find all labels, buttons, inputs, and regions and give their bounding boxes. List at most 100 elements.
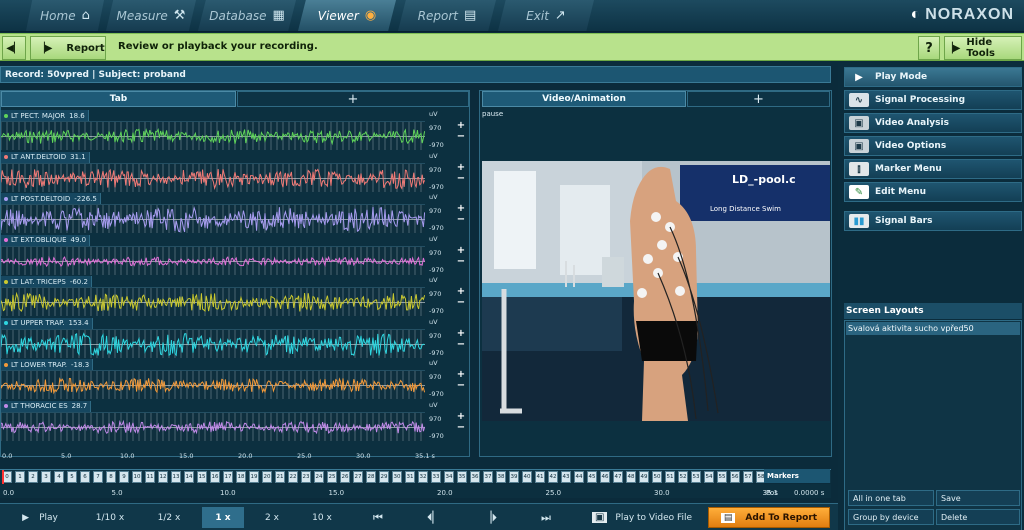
step-forward-button[interactable]: ▕⏵ [470, 507, 510, 528]
marker-item[interactable]: 10 [132, 471, 142, 483]
nav-tab-database[interactable]: Database ▦ [198, 0, 296, 31]
step-back-button[interactable]: ⏴▏ [414, 507, 454, 528]
add-to-report-button[interactable]: ▤ Add To Report [708, 507, 830, 528]
marker-item[interactable]: 46 [600, 471, 610, 483]
marker-item[interactable]: 43 [561, 471, 571, 483]
play-button[interactable]: ▶ Play [12, 507, 68, 528]
nav-tab-home[interactable]: Home ⌂ [26, 0, 104, 31]
signal-bars-button[interactable]: ▮▮ Signal Bars [844, 211, 1022, 231]
markers-strip[interactable]: 0 1 2 3 4 5 6 7 8 9 10 11 12 13 14 15 16 17 18 19 20 21 22 23 24… [0, 469, 831, 484]
marker-item[interactable]: 36 [470, 471, 480, 483]
channel-label[interactable]: LT LOWER TRAP. -18.3 [1, 359, 94, 370]
channel-plot[interactable] [1, 162, 425, 192]
channel-plot[interactable] [1, 411, 425, 441]
marker-item[interactable]: 20 [262, 471, 272, 483]
zoom-in-button[interactable]: + [454, 245, 468, 256]
layout-item[interactable]: Svalová aktivita sucho vpřed50 [846, 322, 1020, 335]
all-in-one-tab-button[interactable]: All in one tab [848, 490, 934, 506]
marker-item[interactable]: 51 [665, 471, 675, 483]
speed-1-10-button[interactable]: 1/10 x [84, 507, 136, 528]
marker-item[interactable]: 5 [67, 471, 77, 483]
marker-item[interactable]: 42 [548, 471, 558, 483]
channel-plot[interactable] [1, 287, 425, 316]
channel-label[interactable]: LT POST.DELTOID -226.5 [1, 193, 101, 204]
marker-item[interactable]: 35 [457, 471, 467, 483]
play-mode-button[interactable]: ▶ Play Mode [844, 67, 1022, 87]
marker-item[interactable]: 22 [288, 471, 298, 483]
zoom-out-button[interactable]: − [454, 380, 468, 391]
marker-item[interactable]: 16 [210, 471, 220, 483]
marker-item[interactable]: 47 [613, 471, 623, 483]
time-ruler[interactable]: 0.0 5.0 10.0 15.0 20.0 25.0 30.0 35.1 Pos 0.0000 … [0, 484, 831, 498]
zoom-in-button[interactable]: + [454, 328, 468, 339]
save-layout-button[interactable]: Save [936, 490, 1020, 506]
marker-item[interactable]: 52 [678, 471, 688, 483]
marker-item[interactable]: 28 [366, 471, 376, 483]
play-to-video-file-button[interactable]: ▣ Play to Video File [588, 507, 696, 528]
video-frame[interactable]: LD_-pool.c Long Distance Swim [482, 161, 830, 421]
zoom-out-button[interactable]: − [454, 131, 468, 142]
tab-video-animation[interactable]: Video/Animation [482, 91, 686, 107]
marker-item[interactable]: 15 [197, 471, 207, 483]
marker-item[interactable]: 45 [587, 471, 597, 483]
channel-plot[interactable] [1, 121, 425, 150]
hide-tools-button[interactable]: ▕▶ Hide Tools [944, 36, 1022, 60]
marker-item[interactable]: 14 [184, 471, 194, 483]
channel-plot[interactable] [1, 370, 425, 399]
speed-2x-button[interactable]: 2 x [250, 507, 294, 528]
marker-item[interactable]: 26 [340, 471, 350, 483]
marker-item[interactable]: 39 [509, 471, 519, 483]
zoom-in-button[interactable]: + [454, 162, 468, 173]
delete-layout-button[interactable]: Delete [936, 509, 1020, 525]
marker-item[interactable]: 27 [353, 471, 363, 483]
speed-1-2-button[interactable]: 1/2 x [142, 507, 196, 528]
marker-item[interactable]: 24 [314, 471, 324, 483]
marker-item[interactable]: 17 [223, 471, 233, 483]
marker-item[interactable]: 57 [743, 471, 753, 483]
add-tab-button[interactable]: + [237, 91, 469, 107]
marker-item[interactable]: 37 [483, 471, 493, 483]
marker-item[interactable]: 40 [522, 471, 532, 483]
channel-label[interactable]: LT THORACIC ES 28.7 [1, 400, 92, 412]
marker-item[interactable]: 50 [652, 471, 662, 483]
marker-item[interactable]: 34 [444, 471, 454, 483]
marker-item[interactable]: 44 [574, 471, 584, 483]
marker-item[interactable]: 13 [171, 471, 181, 483]
marker-item[interactable]: 30 [392, 471, 402, 483]
marker-item[interactable]: 38 [496, 471, 506, 483]
marker-item[interactable]: 54 [704, 471, 714, 483]
marker-item[interactable]: 3 [41, 471, 51, 483]
group-by-device-button[interactable]: Group by device [848, 509, 934, 525]
edit-menu-button[interactable]: ✎ Edit Menu [844, 182, 1022, 202]
marker-item[interactable]: 41 [535, 471, 545, 483]
zoom-in-button[interactable]: + [454, 369, 468, 380]
marker-item[interactable]: 4 [54, 471, 64, 483]
report-button[interactable]: ▕▶ Report [30, 36, 106, 60]
channel-label[interactable]: LT ANT.DELTOID 31.1 [1, 151, 90, 163]
nav-tab-viewer[interactable]: Viewer ◉ [298, 0, 396, 31]
channel-label[interactable]: LT UPPER TRAP. 153.4 [1, 317, 93, 329]
marker-item[interactable]: 29 [379, 471, 389, 483]
nav-tab-report[interactable]: Report ▤ [398, 0, 496, 31]
skip-to-start-button[interactable]: ⏮ [358, 507, 398, 528]
nav-tab-exit[interactable]: Exit ↗ [498, 0, 594, 31]
channel-label[interactable]: LT LAT. TRICEPS -60.2 [1, 276, 92, 287]
marker-item[interactable]: 55 [717, 471, 727, 483]
marker-item[interactable]: 48 [626, 471, 636, 483]
marker-item[interactable]: 23 [301, 471, 311, 483]
marker-item[interactable]: 2 [28, 471, 38, 483]
zoom-in-button[interactable]: + [454, 120, 468, 131]
zoom-out-button[interactable]: − [454, 256, 468, 267]
zoom-out-button[interactable]: − [454, 173, 468, 184]
zoom-in-button[interactable]: + [454, 286, 468, 297]
marker-item[interactable]: 9 [119, 471, 129, 483]
channel-label[interactable]: LT EXT.OBLIQUE 49.0 [1, 234, 91, 246]
marker-item[interactable]: 32 [418, 471, 428, 483]
help-button[interactable]: ? [918, 36, 940, 60]
channel-plot[interactable] [1, 245, 425, 275]
signal-processing-button[interactable]: ∿ Signal Processing [844, 90, 1022, 110]
speed-10x-button[interactable]: 10 x [300, 507, 344, 528]
marker-item[interactable]: 8 [106, 471, 116, 483]
marker-item[interactable]: 33 [431, 471, 441, 483]
collapse-left-button[interactable]: ◀▏ [2, 36, 26, 60]
